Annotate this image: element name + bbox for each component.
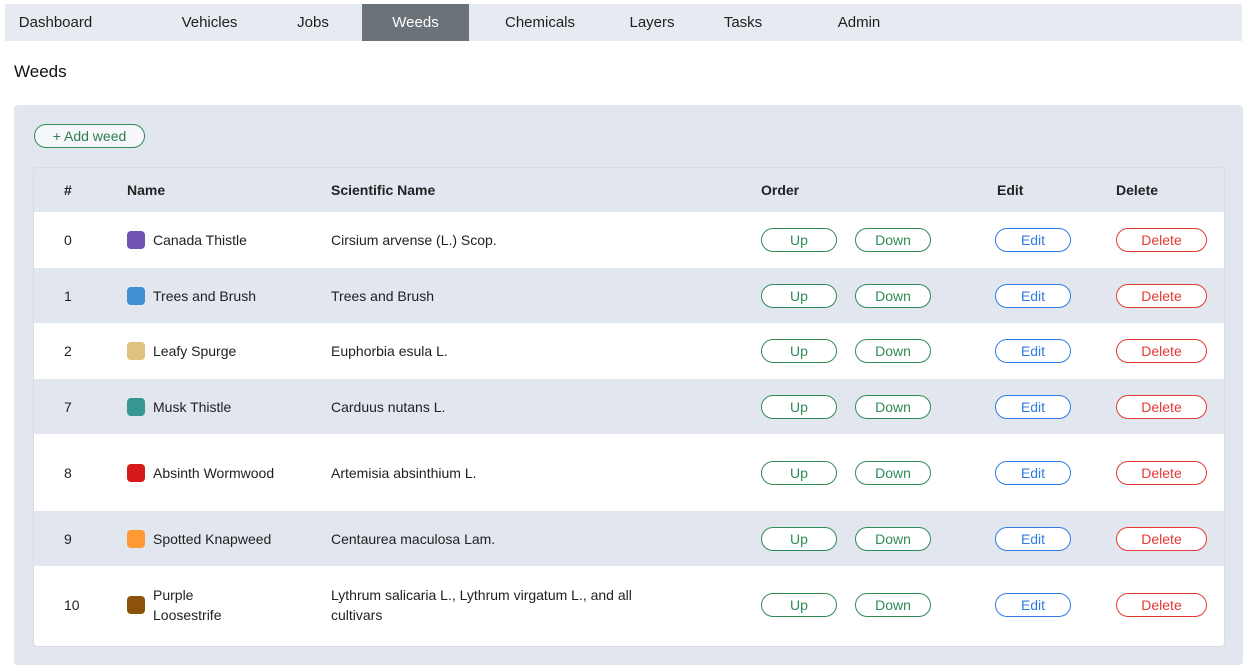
delete-button[interactable]: Delete: [1116, 284, 1207, 308]
page-title: Weeds: [14, 62, 67, 81]
delete-button[interactable]: Delete: [1116, 527, 1207, 551]
scientific-name: Trees and Brush: [331, 287, 434, 304]
row-name-cell: Spotted Knapweed: [127, 511, 297, 566]
header-delete: Delete: [1116, 182, 1159, 198]
weed-name: Absinth Wormwood: [153, 464, 275, 481]
table-row: 0 Canada Thistle Cirsium arvense (L.) Scop…: [34, 212, 1224, 268]
nav-dashboard[interactable]: Dashboard: [5, 4, 106, 41]
weed-name: Musk Thistle: [153, 398, 232, 415]
delete-button[interactable]: Delete: [1116, 228, 1207, 252]
color-swatch: [127, 595, 145, 614]
color-swatch: [127, 286, 145, 305]
header-number: #: [64, 182, 72, 198]
up-button[interactable]: Up: [761, 593, 837, 617]
top-nav: Dashboard Vehicles Jobs Weeds Chemicals …: [5, 4, 1242, 41]
weed-name: Leafy Spurge: [153, 343, 237, 359]
row-name-cell: Trees and Brush: [127, 268, 297, 323]
delete-button[interactable]: Delete: [1116, 395, 1207, 419]
edit-button[interactable]: Edit: [995, 339, 1071, 363]
table-row: 10 Purple Loosestrife Lythrum salicaria L.…: [34, 566, 1224, 643]
edit-button[interactable]: Edit: [995, 395, 1071, 419]
add-weed-button[interactable]: + Add weed: [34, 124, 145, 148]
up-button[interactable]: Up: [761, 527, 837, 551]
delete-button[interactable]: Delete: [1116, 339, 1207, 363]
color-swatch: [127, 231, 145, 249]
color-swatch: [127, 342, 145, 360]
nav-admin[interactable]: Admin: [828, 4, 890, 41]
row-number: 9: [64, 530, 72, 547]
header-scientific-name: Scientific Name: [331, 182, 436, 198]
edit-button[interactable]: Edit: [995, 461, 1071, 485]
nav-layers[interactable]: Layers: [617, 4, 687, 41]
down-button[interactable]: Down: [855, 527, 931, 551]
nav-weeds[interactable]: Weeds: [362, 4, 469, 41]
scientific-name: Lythrum salicaria L., Lythrum virgatum L…: [331, 586, 632, 623]
row-name-cell: Canada Thistle: [127, 212, 297, 268]
nav-chemicals[interactable]: Chemicals: [490, 4, 590, 41]
scientific-name: Artemisia absinthium L.: [331, 464, 477, 481]
up-button[interactable]: Up: [761, 339, 837, 363]
row-number: 10: [64, 596, 80, 613]
color-swatch: [127, 397, 145, 416]
nav-vehicles[interactable]: Vehicles: [144, 4, 275, 41]
table-row: 7 Musk Thistle Carduus nutans L. Up Down Edit…: [34, 379, 1224, 434]
scientific-name: Carduus nutans L.: [331, 398, 446, 415]
down-button[interactable]: Down: [855, 339, 931, 363]
row-name-cell: Musk Thistle: [127, 379, 297, 434]
header-name: Name: [127, 182, 166, 198]
edit-button[interactable]: Edit: [995, 527, 1071, 551]
scientific-name: Euphorbia esula L.: [331, 343, 448, 359]
down-button[interactable]: Down: [855, 461, 931, 485]
header-order: Order: [761, 182, 800, 198]
edit-button[interactable]: Edit: [995, 593, 1071, 617]
delete-button[interactable]: Delete: [1116, 593, 1207, 617]
row-name-cell: Leafy Spurge: [127, 323, 297, 379]
header-edit: Edit: [997, 182, 1024, 198]
row-number: 2: [64, 343, 72, 359]
down-button[interactable]: Down: [855, 228, 931, 252]
delete-button[interactable]: Delete: [1116, 461, 1207, 485]
weed-name: Spotted Knapweed: [153, 530, 272, 547]
table-header: # Name Scientific Name Order Edit Delete: [34, 168, 1224, 212]
table-row: 9 Spotted Knapweed Centaurea maculosa Lam.…: [34, 511, 1224, 566]
up-button[interactable]: Up: [761, 284, 837, 308]
scientific-name: Cirsium arvense (L.) Scop.: [331, 232, 497, 248]
nav-jobs[interactable]: Jobs: [288, 4, 338, 41]
up-button[interactable]: Up: [761, 461, 837, 485]
color-swatch: [127, 463, 145, 482]
weeds-table: # Name Scientific Name Order Edit Delete…: [33, 167, 1225, 647]
down-button[interactable]: Down: [855, 395, 931, 419]
weed-name: Trees and Brush: [153, 287, 256, 304]
table-row: 1 Trees and Brush Trees and Brush Up Down Edi…: [34, 268, 1224, 323]
row-number: 8: [64, 464, 72, 481]
weed-name: Purple Loosestrife: [153, 586, 222, 623]
edit-button[interactable]: Edit: [995, 284, 1071, 308]
scientific-name: Centaurea maculosa Lam.: [331, 530, 496, 547]
row-number: 7: [64, 398, 72, 415]
down-button[interactable]: Down: [855, 593, 931, 617]
row-name-cell: Absinth Wormwood: [127, 434, 297, 511]
edit-button[interactable]: Edit: [995, 228, 1071, 252]
row-name-cell: Purple Loosestrife: [127, 566, 297, 643]
up-button[interactable]: Up: [761, 395, 837, 419]
down-button[interactable]: Down: [855, 284, 931, 308]
color-swatch: [127, 529, 145, 548]
up-button[interactable]: Up: [761, 228, 837, 252]
nav-tasks[interactable]: Tasks: [713, 4, 773, 41]
table-row: 8 Absinth Wormwood Artemisia absinthium L.…: [34, 434, 1224, 511]
table-row: 2 Leafy Spurge Euphorbia esula L. Up Down Edi…: [34, 323, 1224, 379]
row-number: 0: [64, 232, 72, 248]
row-number: 1: [64, 287, 72, 304]
weed-name: Canada Thistle: [153, 232, 247, 248]
